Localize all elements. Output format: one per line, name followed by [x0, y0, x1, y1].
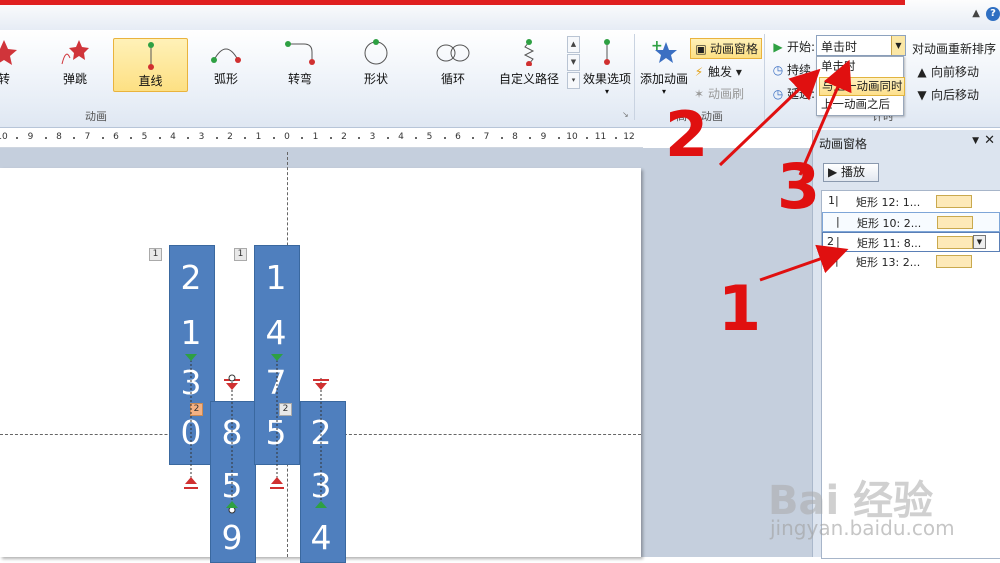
- annotation-number-1: 1: [718, 272, 762, 345]
- annotation-arrows: [718, 59, 852, 282]
- annotation-number-3: 3: [777, 150, 821, 223]
- annotation-arrow-1: [759, 244, 849, 282]
- annotation-number-2: 2: [665, 98, 709, 171]
